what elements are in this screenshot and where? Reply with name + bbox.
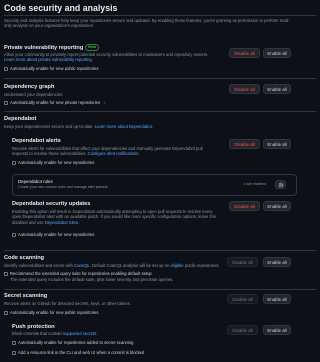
- push-protection-desc: Block commits that contain supported sec…: [12, 331, 97, 336]
- checkbox-icon[interactable]: [4, 310, 8, 315]
- checkbox-icon[interactable]: [12, 160, 16, 165]
- push-protection-title: Push protection: [12, 324, 55, 330]
- page-intro: Security and analysis features help keep…: [4, 18, 290, 29]
- dep-alerts-desc-line2: requests to resolve these vulnerabilitie…: [12, 151, 227, 156]
- private-vuln-disable-all-button[interactable]: Disable all: [229, 48, 260, 58]
- dep-alerts-desc-line2-text: requests to resolve these vulnerabilitie…: [12, 151, 87, 157]
- secret-scanning-auto-checkbox[interactable]: Automatically enable for new public repo…: [4, 310, 98, 315]
- supported-secrets-link[interactable]: supported secrets: [63, 331, 96, 336]
- dep-updates-disable-all-button[interactable]: Disable all: [229, 201, 260, 211]
- push-protection-desc-b: .: [96, 331, 98, 336]
- secret-scanning-enable-all-button[interactable]: Enable all: [263, 294, 291, 304]
- checkbox-icon[interactable]: [12, 340, 16, 345]
- private-vuln-auto-checkbox[interactable]: Automatically enable for new public repo…: [4, 66, 98, 71]
- push-protection-auto-label: Automatically enable for repositories ad…: [18, 340, 134, 345]
- dep-rules-desc: Create your own custom rules and manage …: [18, 185, 109, 189]
- code-scanning-desc-a: Identify vulnerabilities and errors with: [4, 263, 73, 268]
- dep-alerts-config-link[interactable]: Configure alert notifications.: [88, 151, 140, 156]
- push-protection-resource-label: Add a resource link in the CLI and web U…: [18, 350, 145, 355]
- checkbox-icon[interactable]: [4, 271, 8, 276]
- dep-updates-auto-checkbox[interactable]: Automatically enable for new repositorie…: [12, 232, 94, 237]
- push-protection-enable-all-button[interactable]: Enable all: [263, 325, 291, 335]
- code-scanning-title: Code scanning: [4, 255, 45, 261]
- dep-graph-auto-label: Automatically enable for new private rep…: [10, 100, 101, 105]
- dep-graph-title: Dependency graph: [4, 84, 55, 90]
- dep-graph-desc: Understand your dependencies.: [4, 92, 64, 97]
- dep-graph-enable-all-button[interactable]: Enable all: [263, 84, 291, 94]
- dep-rules-settings-button[interactable]: [275, 180, 286, 189]
- code-scanning-recommend-checkbox[interactable]: Recommend the extended query suite for r…: [4, 271, 152, 276]
- page-title: Code security and analysis: [4, 3, 118, 13]
- beta-badge: Beta: [85, 44, 100, 51]
- dep-rules-link[interactable]: Dependabot rules.: [45, 220, 79, 225]
- push-protection-resource-checkbox[interactable]: Add a resource link in the CLI and web U…: [12, 350, 144, 355]
- push-protection-desc-a: Block commits that contain: [12, 331, 62, 336]
- private-vuln-title: Private vulnerability reporting Beta: [4, 44, 100, 52]
- checkbox-icon[interactable]: [12, 232, 16, 237]
- dep-updates-auto-label: Automatically enable for new repositorie…: [18, 232, 95, 237]
- dep-updates-desc-line3: disabled and use Dependabot rules.: [12, 220, 227, 225]
- dep-graph-auto-checkbox[interactable]: Automatically enable for new private rep…: [4, 100, 106, 105]
- code-scanning-desc: Identify vulnerabilities and errors with…: [4, 263, 226, 268]
- dep-alerts-disable-all-button[interactable]: Disable all: [229, 139, 260, 149]
- secret-scanning-title: Secret scanning: [4, 293, 48, 299]
- private-vuln-title-text: Private vulnerability reporting: [4, 44, 84, 51]
- page: Code security and analysis Security and …: [0, 0, 320, 362]
- dep-alerts-title: Dependabot alerts: [12, 138, 61, 144]
- eligible-link[interactable]: eligible: [171, 263, 184, 268]
- dep-alerts-auto-label: Automatically enable for new repositorie…: [18, 160, 95, 165]
- private-vuln-enable-all-button[interactable]: Enable all: [263, 48, 291, 58]
- dep-rules-title: Dependabot rules: [18, 179, 53, 184]
- checkbox-icon[interactable]: [4, 100, 8, 105]
- code-scanning-desc-c: public repositories.: [184, 263, 220, 268]
- private-vuln-link[interactable]: Learn more about private vulnerability r…: [4, 57, 93, 62]
- push-protection-auto-checkbox[interactable]: Automatically enable for repositories ad…: [12, 340, 133, 345]
- code-scanning-recommend-label: Recommend the extended query suite for r…: [10, 271, 152, 276]
- dependabot-title: Dependabot: [4, 116, 37, 122]
- checkbox-icon[interactable]: [12, 350, 16, 355]
- secret-scanning-desc: Receive alerts on GitHub for detected se…: [4, 301, 131, 306]
- divider: [4, 15, 316, 16]
- check-icon: ✓: [103, 100, 107, 106]
- code-scanning-desc-b: . Default CodeQL analysis will be set up…: [89, 263, 170, 268]
- dep-graph-disable-all-button[interactable]: Disable all: [229, 84, 260, 94]
- code-scanning-enable-all-button[interactable]: Enable all: [263, 257, 291, 267]
- divider: [4, 250, 316, 251]
- dep-alerts-auto-checkbox[interactable]: Automatically enable for new repositorie…: [12, 160, 94, 165]
- dep-updates-enable-all-button[interactable]: Enable all: [263, 201, 291, 211]
- dep-updates-desc: Enabling this option will result in Depe…: [12, 209, 227, 225]
- dep-updates-desc-line3-text: disabled and use: [12, 219, 44, 225]
- dependabot-desc-text: Keep your dependencies secure and up-to-…: [4, 124, 94, 129]
- divider: [4, 111, 316, 112]
- divider: [4, 78, 316, 79]
- dep-updates-title: Dependabot security updates: [12, 201, 91, 207]
- dep-alerts-enable-all-button[interactable]: Enable all: [263, 139, 291, 149]
- push-protection-disable-all-button[interactable]: Disable all: [227, 325, 258, 335]
- gear-icon: [278, 182, 283, 187]
- code-scanning-recommend-desc: The extended query includes the default …: [10, 277, 174, 282]
- dependabot-desc: Keep your dependencies secure and up-to-…: [4, 124, 153, 129]
- dep-rules-count: 1 rule enabled: [243, 182, 266, 186]
- codeql-link[interactable]: CodeQL: [74, 263, 90, 268]
- secret-scanning-auto-label: Automatically enable for new public repo…: [10, 310, 99, 315]
- dep-alerts-desc: Receive alerts for vulnerabilities that …: [12, 146, 227, 157]
- checkbox-icon[interactable]: [4, 66, 8, 71]
- private-vuln-auto-label: Automatically enable for new public repo…: [10, 66, 99, 71]
- code-scanning-disable-all-button[interactable]: Disable all: [227, 257, 258, 267]
- secret-scanning-disable-all-button[interactable]: Disable all: [227, 294, 258, 304]
- dependabot-learn-more-link[interactable]: Learn more about Dependabot.: [95, 124, 153, 129]
- dep-rules-panel: Dependabot rules Create your own custom …: [12, 174, 297, 196]
- divider: [4, 289, 316, 290]
